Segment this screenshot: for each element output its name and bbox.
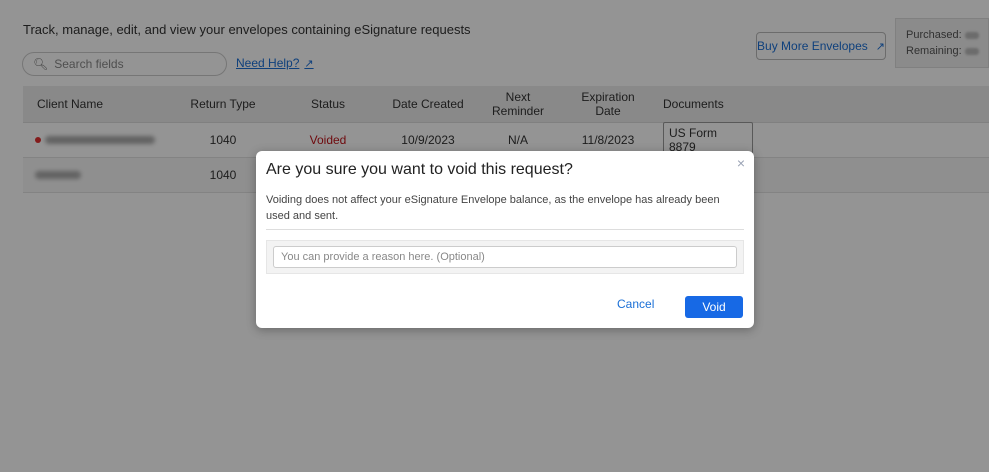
dialog-title: Are you sure you want to void this reque… [266,161,573,178]
void-confirm-dialog: × Are you sure you want to void this req… [256,151,754,328]
close-icon[interactable]: × [737,155,745,171]
divider [266,229,744,230]
cancel-button[interactable]: Cancel [611,296,660,312]
reason-input[interactable] [273,246,737,268]
reason-field-container [266,240,744,274]
void-button[interactable]: Void [685,296,743,318]
dialog-message: Voiding does not affect your eSignature … [266,194,720,222]
